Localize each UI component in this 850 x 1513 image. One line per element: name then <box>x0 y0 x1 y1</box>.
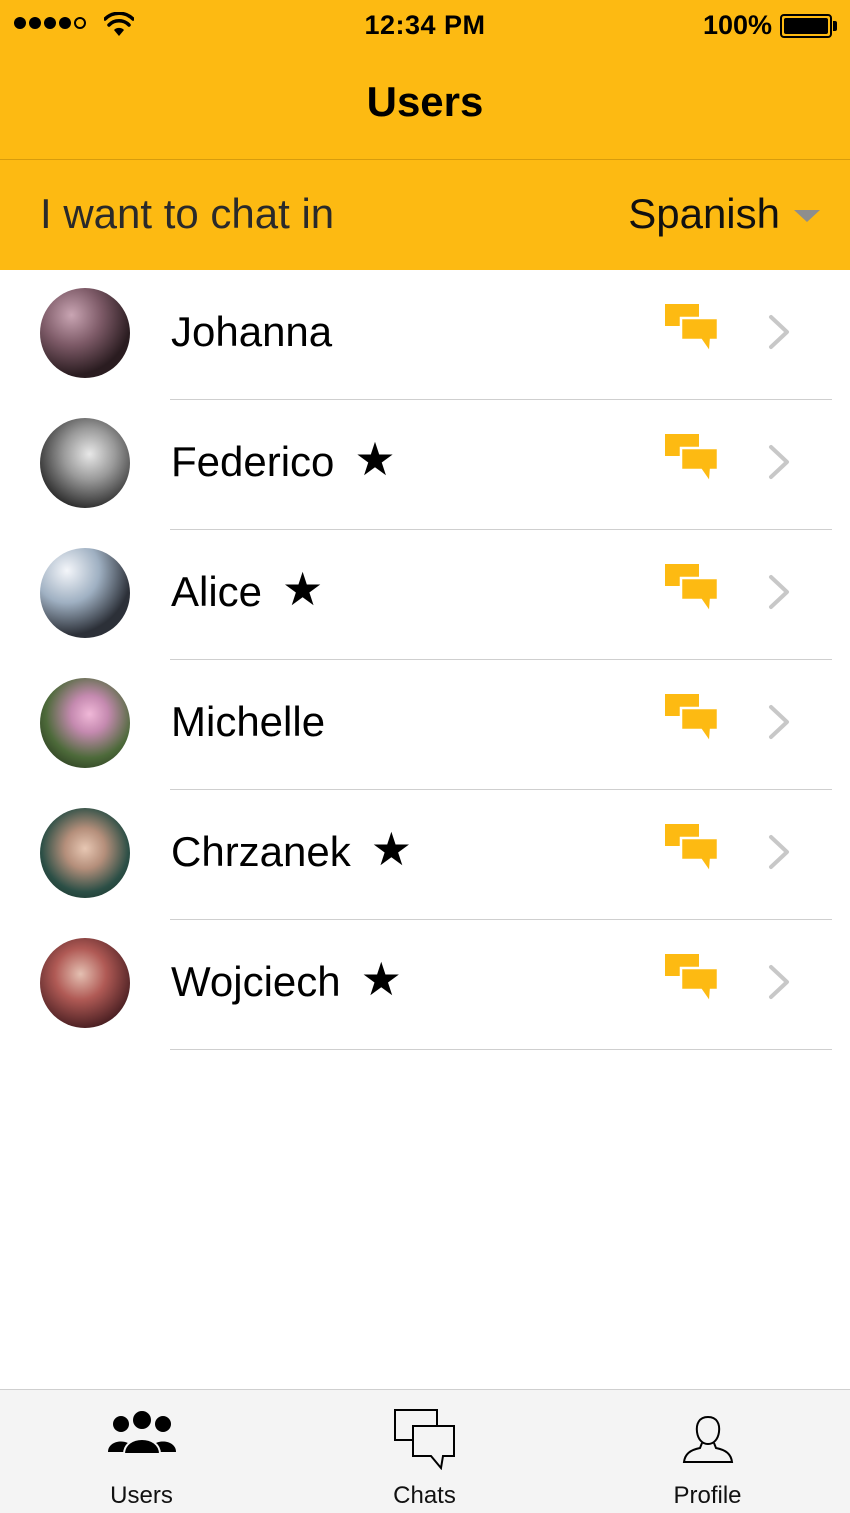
chevron-right-icon <box>769 575 789 609</box>
chevron-right-icon <box>769 835 789 869</box>
chevron-right-icon <box>769 445 789 479</box>
avatar <box>40 418 130 508</box>
user-name-text: Johanna <box>171 308 333 355</box>
status-bar: 12:34 PM 100% <box>0 0 850 50</box>
avatar <box>40 288 130 378</box>
chevron-right-icon <box>769 965 789 999</box>
user-row[interactable]: Federico ★ <box>0 400 850 530</box>
star-icon: ★ <box>354 433 396 485</box>
chat-bubbles-icon[interactable] <box>665 304 719 356</box>
battery-percentage: 100% <box>702 10 772 40</box>
chat-bubbles-icon[interactable] <box>665 694 719 746</box>
chat-bubbles-icon[interactable] <box>665 564 719 616</box>
dropdown-caret-icon <box>794 210 820 222</box>
user-list: Johanna Federico ★ Alice ★ Michelle Chrzanek ★ W… <box>0 270 850 1050</box>
star-icon: ★ <box>360 953 402 1005</box>
user-name: Wojciech ★ <box>171 956 402 1006</box>
language-selected-value: Spanish <box>628 190 780 237</box>
user-row[interactable]: Wojciech ★ <box>0 920 850 1050</box>
user-name-text: Alice <box>171 568 263 615</box>
app-header: 12:34 PM 100% Users I want to chat in Sp… <box>0 0 850 270</box>
tab-chats[interactable]: Chats <box>283 1390 566 1513</box>
user-name-text: Chrzanek <box>171 828 351 875</box>
tab-profile[interactable]: Profile <box>566 1390 849 1513</box>
tab-users[interactable]: Users <box>0 1390 283 1513</box>
chat-bubbles-icon[interactable] <box>665 434 719 486</box>
battery-nub <box>833 21 837 31</box>
row-divider <box>170 1049 832 1050</box>
tab-bar: Users Chats Profile <box>0 1389 850 1513</box>
avatar <box>40 938 130 1028</box>
avatar <box>40 678 130 768</box>
tab-label: Profile <box>673 1482 742 1509</box>
user-row[interactable]: Michelle <box>0 660 850 790</box>
user-name: Johanna <box>171 308 332 356</box>
page-title: Users <box>366 78 484 125</box>
chat-bubbles-icon[interactable] <box>665 824 719 876</box>
chat-bubbles-icon[interactable] <box>665 954 719 1006</box>
user-name-text: Michelle <box>171 698 326 745</box>
avatar <box>40 808 130 898</box>
chevron-right-icon <box>769 705 789 739</box>
user-name-text: Federico <box>171 438 335 485</box>
chevron-right-icon <box>769 315 789 349</box>
star-icon: ★ <box>370 823 413 875</box>
user-name-text: Wojciech <box>171 958 341 1005</box>
language-dropdown[interactable]: Spanish <box>628 190 820 238</box>
user-row[interactable]: Chrzanek ★ <box>0 790 850 920</box>
users-icon <box>107 1409 176 1455</box>
tab-label: Chats <box>393 1482 456 1509</box>
profile-icon <box>682 1415 733 1463</box>
user-name: Federico ★ <box>171 436 396 486</box>
avatar <box>40 548 130 638</box>
user-row[interactable]: Alice ★ <box>0 530 850 660</box>
user-row[interactable]: Johanna <box>0 270 850 400</box>
user-name: Chrzanek ★ <box>171 826 412 876</box>
user-name: Alice ★ <box>171 566 323 616</box>
tab-label: Users <box>110 1482 173 1509</box>
battery-icon <box>780 14 832 38</box>
star-icon: ★ <box>282 563 324 615</box>
user-name: Michelle <box>171 698 325 746</box>
language-label: I want to chat in <box>40 190 335 237</box>
chats-icon <box>393 1409 455 1470</box>
